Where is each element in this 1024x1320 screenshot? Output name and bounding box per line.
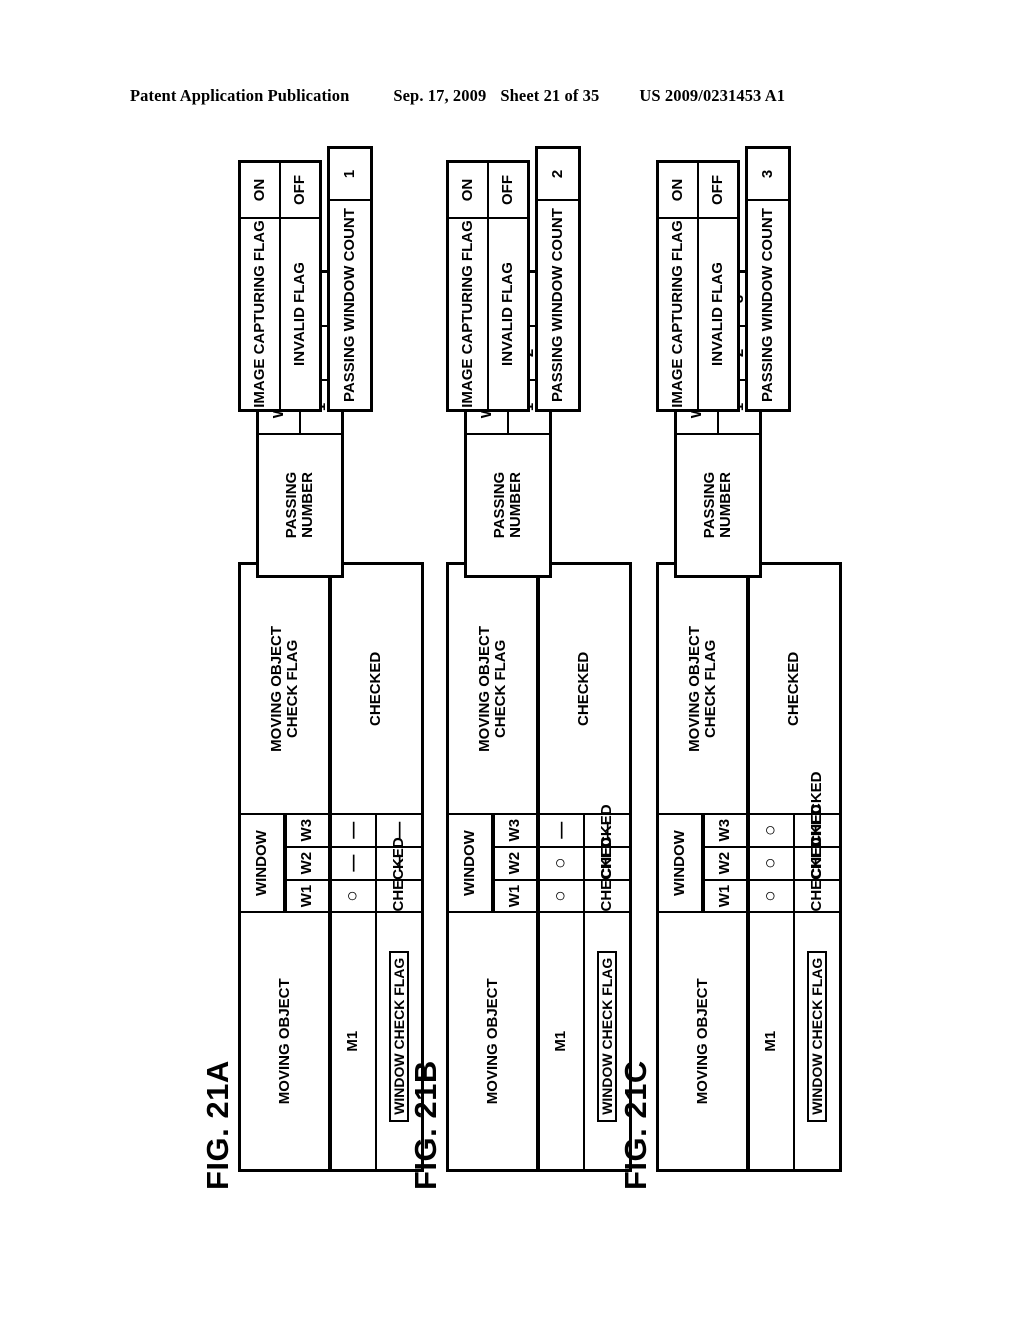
value-passing-window-count: 1 bbox=[328, 147, 372, 200]
header-moving-object-check-flag: MOVING OBJECT CHECK FLAG bbox=[657, 563, 748, 814]
nested-window-check-flag-label: WINDOW CHECK FLAG bbox=[806, 950, 828, 1122]
cell-window-check-flag-w2: CHECKED bbox=[584, 804, 631, 880]
value-image-capturing-flag: ON bbox=[447, 161, 488, 218]
cell-window-check-flag-w1: CHECKED bbox=[794, 837, 841, 913]
value-image-capturing-flag: ON bbox=[657, 161, 698, 218]
cell-window-check-flag-w1: CHECKED bbox=[376, 837, 423, 913]
cell-m1-w1: ○ bbox=[537, 879, 584, 913]
label-invalid-flag: INVALID FLAG bbox=[698, 218, 739, 411]
cell-m1-w2: ○ bbox=[747, 846, 794, 880]
cell-window-check-flag-w3: CHECKED bbox=[794, 772, 841, 847]
row-label-m1: M1 bbox=[537, 912, 584, 1171]
cell-m1-w2: ○ bbox=[537, 846, 584, 880]
header-window: WINDOW bbox=[239, 813, 285, 913]
table-header-row: MOVING OBJECT WINDOW MOVING OBJECT CHECK FL… bbox=[239, 563, 330, 1171]
row-label-m1: M1 bbox=[747, 912, 794, 1171]
moving-object-window-table: MOVING OBJECT WINDOW MOVING OBJECT CHECK FL… bbox=[446, 562, 632, 1172]
cell-m1-w3: ○ bbox=[747, 813, 794, 847]
invalid-flag-row: INVALID FLAG OFF bbox=[488, 161, 529, 411]
table-header-row: MOVING OBJECT WINDOW MOVING OBJECT CHECK FL… bbox=[447, 563, 538, 1171]
image-capturing-flag-row: IMAGE CAPTURING FLAG ON bbox=[657, 161, 698, 411]
header-window-w2: W2 bbox=[284, 846, 330, 880]
label-image-capturing-flag: IMAGE CAPTURING FLAG bbox=[239, 218, 280, 411]
table-row-m1: M1 ○ ○ ○ CHECKED bbox=[747, 563, 841, 1171]
cell-m1-w3: — bbox=[537, 813, 584, 847]
cell-m1-w3: — bbox=[329, 813, 376, 847]
figure-label: FIG. 21A bbox=[200, 1060, 235, 1190]
header-window-w3: W3 bbox=[702, 813, 748, 847]
cell-window-check-flag-w2: CHECKED bbox=[794, 804, 841, 880]
figure-label: FIG. 21C bbox=[618, 1060, 653, 1190]
header-moving-object: MOVING OBJECT bbox=[657, 912, 748, 1171]
moving-object-window-table: MOVING OBJECT WINDOW MOVING OBJECT CHECK FL… bbox=[238, 562, 424, 1172]
passing-window-count-row: PASSING WINDOW COUNT 2 bbox=[536, 147, 580, 411]
page-header: Patent Application Publication Sep. 17, … bbox=[130, 86, 920, 106]
label-invalid-flag: INVALID FLAG bbox=[280, 218, 321, 411]
publication-title: Patent Application Publication bbox=[130, 86, 350, 105]
header-window: WINDOW bbox=[657, 813, 703, 913]
value-passing-window-count: 2 bbox=[536, 147, 580, 200]
invalid-flag-row: INVALID FLAG OFF bbox=[698, 161, 739, 411]
header-moving-object: MOVING OBJECT bbox=[239, 912, 330, 1171]
cell-moving-object-check-flag: CHECKED bbox=[537, 563, 631, 814]
header-window-w3: W3 bbox=[284, 813, 330, 847]
image-capturing-flag-row: IMAGE CAPTURING FLAG ON bbox=[239, 161, 280, 411]
value-image-capturing-flag: ON bbox=[239, 161, 280, 218]
patent-number: US 2009/0231453 A1 bbox=[639, 86, 786, 105]
flag-table: IMAGE CAPTURING FLAG ON INVALID FLAG OFF bbox=[238, 160, 322, 412]
label-invalid-flag: INVALID FLAG bbox=[488, 218, 529, 411]
label-passing-window-count: PASSING WINDOW COUNT bbox=[746, 200, 790, 411]
header-window: WINDOW bbox=[447, 813, 493, 913]
row-label-m1: M1 bbox=[329, 912, 376, 1171]
table-header-row: MOVING OBJECT WINDOW MOVING OBJECT CHECK FL… bbox=[657, 563, 748, 1171]
header-window-w2: W2 bbox=[702, 846, 748, 880]
value-invalid-flag: OFF bbox=[488, 161, 529, 218]
passing-window-count-row: PASSING WINDOW COUNT 3 bbox=[746, 147, 790, 411]
header-window-w1: W1 bbox=[284, 879, 330, 913]
cell-m1-w1: ○ bbox=[329, 879, 376, 913]
label-image-capturing-flag: IMAGE CAPTURING FLAG bbox=[447, 218, 488, 411]
flag-table: IMAGE CAPTURING FLAG ON INVALID FLAG OFF bbox=[446, 160, 530, 412]
header-passing-number: PASSING NUMBER bbox=[257, 434, 343, 577]
header-passing-number: PASSING NUMBER bbox=[465, 434, 551, 577]
label-passing-window-count: PASSING WINDOW COUNT bbox=[328, 200, 372, 411]
header-moving-object-check-flag: MOVING OBJECT CHECK FLAG bbox=[239, 563, 330, 814]
cell-moving-object-check-flag: CHECKED bbox=[747, 563, 841, 814]
label-image-capturing-flag: IMAGE CAPTURING FLAG bbox=[657, 218, 698, 411]
header-window-w2: W2 bbox=[492, 846, 538, 880]
sheet-number: Sheet 21 of 35 bbox=[500, 86, 600, 105]
header-window-w1: W1 bbox=[492, 879, 538, 913]
nested-window-check-flag-label: WINDOW CHECK FLAG bbox=[388, 950, 410, 1122]
cell-moving-object-check-flag: CHECKED bbox=[329, 563, 423, 814]
passing-window-count-table: PASSING WINDOW COUNT 1 bbox=[327, 146, 373, 412]
value-invalid-flag: OFF bbox=[698, 161, 739, 218]
invalid-flag-row: INVALID FLAG OFF bbox=[280, 161, 321, 411]
cell-m1-w2: — bbox=[329, 846, 376, 880]
header-moving-object: MOVING OBJECT bbox=[447, 912, 538, 1171]
value-invalid-flag: OFF bbox=[280, 161, 321, 218]
header-window-w1: W1 bbox=[702, 879, 748, 913]
passing-window-count-row: PASSING WINDOW COUNT 1 bbox=[328, 147, 372, 411]
value-passing-window-count: 3 bbox=[746, 147, 790, 200]
nested-window-check-flag-label: WINDOW CHECK FLAG bbox=[596, 950, 618, 1122]
cell-m1-w1: ○ bbox=[747, 879, 794, 913]
header-window-w3: W3 bbox=[492, 813, 538, 847]
header-passing-number: PASSING NUMBER bbox=[675, 434, 761, 577]
row-label-window-check-flag: WINDOW CHECK FLAG bbox=[794, 912, 841, 1171]
image-capturing-flag-row: IMAGE CAPTURING FLAG ON bbox=[447, 161, 488, 411]
label-passing-window-count: PASSING WINDOW COUNT bbox=[536, 200, 580, 411]
flag-table: IMAGE CAPTURING FLAG ON INVALID FLAG OFF bbox=[656, 160, 740, 412]
passing-window-count-table: PASSING WINDOW COUNT 2 bbox=[535, 146, 581, 412]
figure-label: FIG. 21B bbox=[408, 1060, 443, 1190]
header-moving-object-check-flag: MOVING OBJECT CHECK FLAG bbox=[447, 563, 538, 814]
cell-window-check-flag-w1: CHECKED bbox=[584, 837, 631, 913]
publication-date: Sep. 17, 2009 bbox=[393, 86, 487, 105]
table-row-m1: M1 ○ ○ — CHECKED bbox=[537, 563, 631, 1171]
table-row-m1: M1 ○ — — CHECKED bbox=[329, 563, 423, 1171]
passing-window-count-table: PASSING WINDOW COUNT 3 bbox=[745, 146, 791, 412]
moving-object-window-table: MOVING OBJECT WINDOW MOVING OBJECT CHECK FL… bbox=[656, 562, 842, 1172]
